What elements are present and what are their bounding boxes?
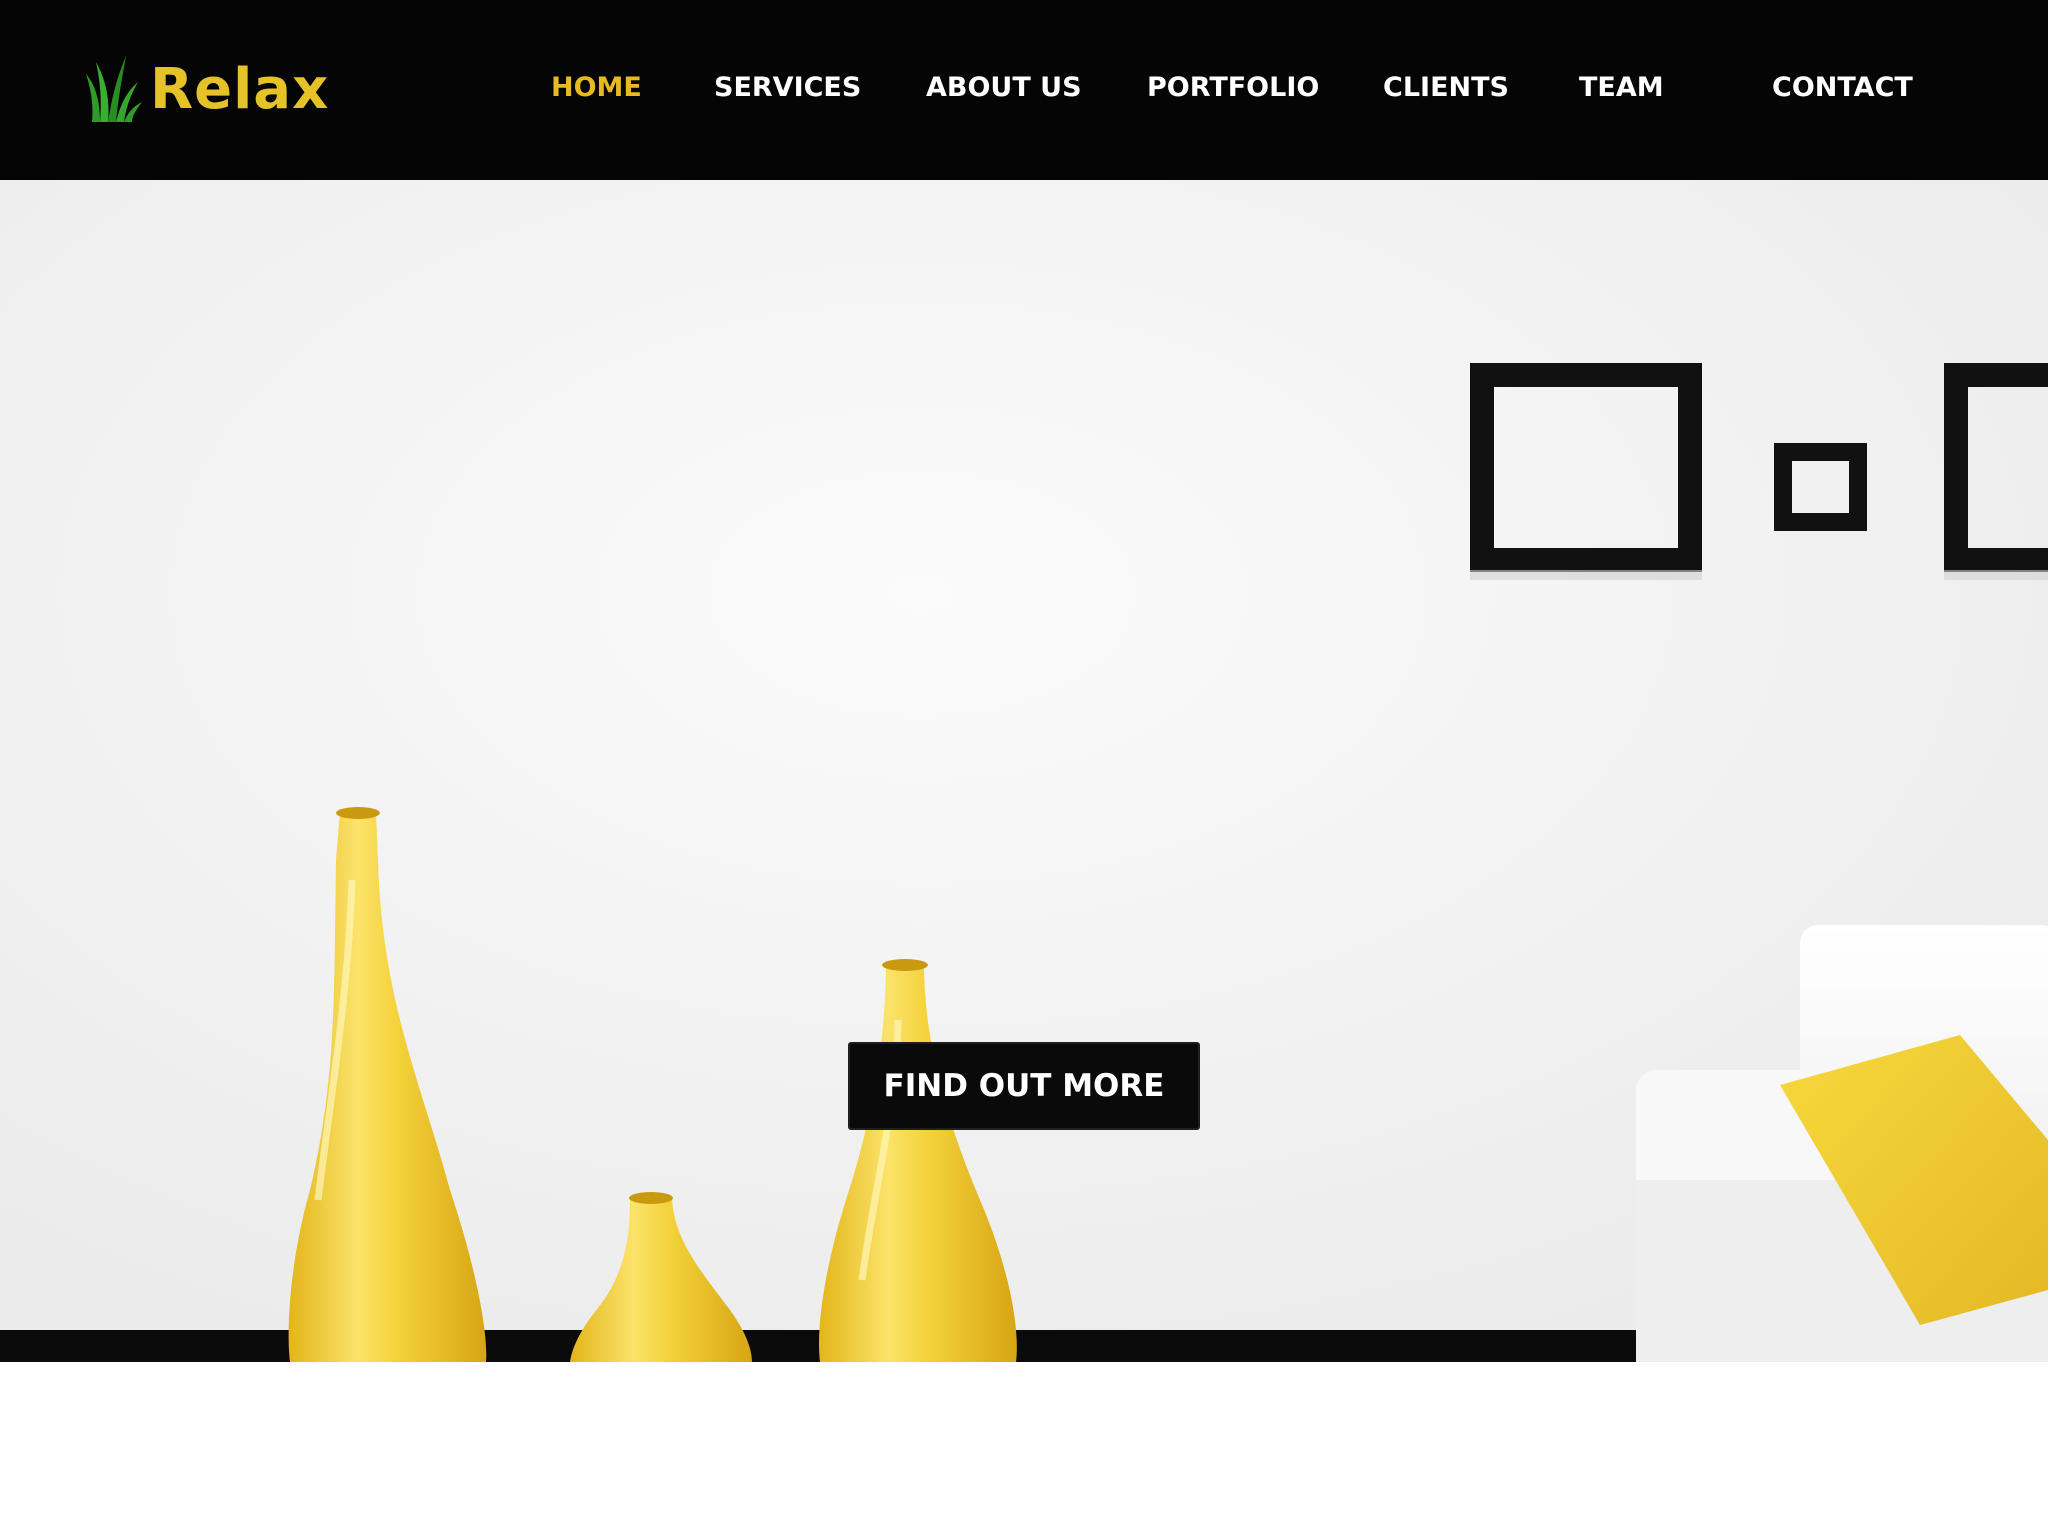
site-logo[interactable]: Relax <box>86 54 329 124</box>
nav-clients[interactable]: CLIENTS <box>1383 68 1509 108</box>
grass-leaf-icon <box>86 56 142 122</box>
nav-about-us[interactable]: ABOUT US <box>926 68 1082 108</box>
nav-contact[interactable]: CONTACT <box>1772 68 1913 108</box>
nav-team[interactable]: TEAM <box>1579 68 1664 108</box>
content-section <box>0 1362 2048 1536</box>
find-out-more-button[interactable]: FIND OUT MORE <box>848 1042 1200 1130</box>
brand-name: Relax <box>150 56 330 122</box>
nav-services[interactable]: SERVICES <box>714 68 861 108</box>
nav-home[interactable]: HOME <box>551 68 642 108</box>
top-navbar: Relax HOME SERVICES ABOUT US PORTFOLIO C… <box>0 0 2048 180</box>
nav-portfolio[interactable]: PORTFOLIO <box>1147 68 1319 108</box>
hero-background-image <box>0 180 2048 1362</box>
hero-banner: FIND OUT MORE <box>0 180 2048 1362</box>
